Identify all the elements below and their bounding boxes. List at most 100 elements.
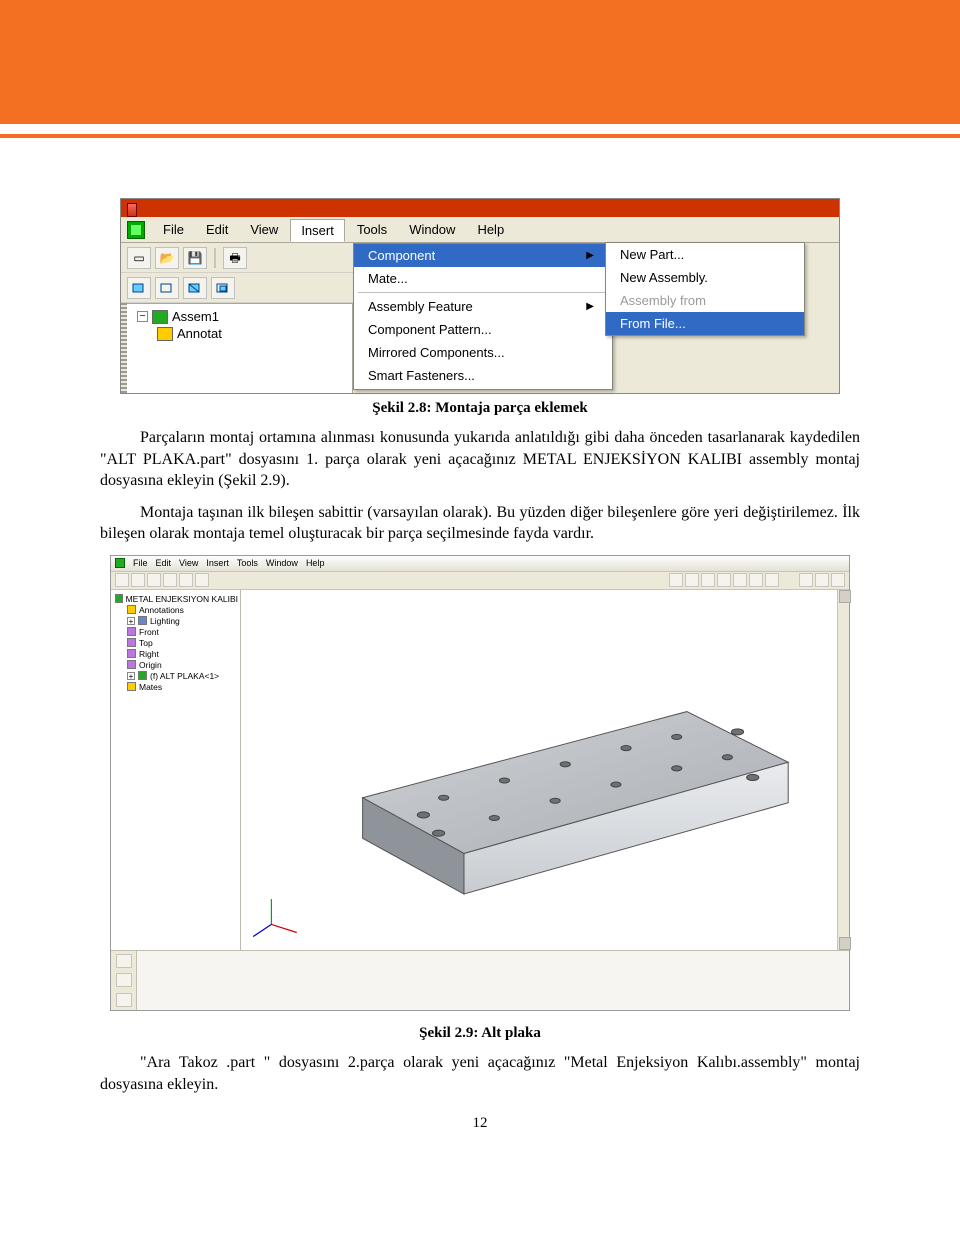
zoom-btn-7[interactable] [765,573,779,587]
app2-menu-tools[interactable]: Tools [237,558,258,568]
bottom-btn-3[interactable] [116,993,132,1007]
plate-3d-render [241,590,849,955]
figure-2-8-caption: Şekil 2.8: Montaja parça eklemek [100,400,860,417]
zoom-btn-6[interactable] [749,573,763,587]
view-btn-2[interactable] [131,573,145,587]
print-icon[interactable]: 🖶 [223,247,247,269]
chevron-right-icon: ▶ [586,301,594,312]
dd-component-label: Component [368,248,435,263]
app2-menu-file[interactable]: File [133,558,148,568]
tree-front[interactable]: Front [125,627,238,638]
dd-separator [358,292,608,293]
tree-collapse-icon[interactable]: − [137,311,148,322]
tree-annotations[interactable]: Annotations [125,605,238,616]
view-btn-6[interactable] [195,573,209,587]
view-cube-1-icon[interactable] [127,277,151,299]
tree-root[interactable]: METAL ENJEKSIYON KALIBI [113,594,238,605]
zoom-btn-5[interactable] [733,573,747,587]
zoom-btn-4[interactable] [717,573,731,587]
save-icon[interactable]: 💾 [183,247,207,269]
sub-from-file[interactable]: From File... [606,312,804,335]
tree-alt-plaka[interactable]: +(f) ALT PLAKA<1> [125,671,238,682]
cad-app-window: File Edit View Insert Tools Window Help … [120,198,840,394]
bottom-status-area [137,951,849,1010]
tree-root-label: Assem1 [172,309,219,324]
plane-icon [127,627,136,636]
window-close-icon[interactable] [831,573,845,587]
view-btn-3[interactable] [147,573,161,587]
menu-file[interactable]: File [153,219,194,240]
page-number: 12 [100,1115,860,1132]
view-cube-2-icon[interactable] [155,277,179,299]
app2-menu-insert[interactable]: Insert [206,558,229,568]
app-icon [127,221,145,239]
dd-mate[interactable]: Mate... [354,267,612,290]
menu-edit[interactable]: Edit [196,219,238,240]
tree-lighting[interactable]: +Lighting [125,616,238,627]
graphics-viewport[interactable] [241,590,849,950]
dd-mate-label: Mate... [368,271,408,286]
plane-icon [127,638,136,647]
menu-insert[interactable]: Insert [290,219,345,242]
app2-menubar[interactable]: File Edit View Insert Tools Window Help [111,556,849,572]
insert-dropdown[interactable]: Component ▶ Mate... Assembly Feature ▶ C… [353,243,613,390]
dd-assembly-feature[interactable]: Assembly Feature ▶ [354,295,612,318]
view-btn-1[interactable] [115,573,129,587]
tree-origin[interactable]: Origin [125,660,238,671]
view-cube-3-icon[interactable] [183,277,207,299]
tree-right[interactable]: Right [125,649,238,660]
menubar[interactable]: File Edit View Insert Tools Window Help [121,217,839,243]
dd-component[interactable]: Component ▶ [354,244,612,267]
page-content: File Edit View Insert Tools Window Help … [0,138,960,1162]
menu-help[interactable]: Help [467,219,514,240]
annotations-icon [157,327,173,341]
dd-smart-fasteners[interactable]: Smart Fasteners... [354,364,612,389]
app2-menu-help[interactable]: Help [306,558,325,568]
zoom-btn-3[interactable] [701,573,715,587]
bottom-btn-1[interactable] [116,954,132,968]
window-min-icon[interactable] [799,573,813,587]
origin-icon [127,660,136,669]
tree-top[interactable]: Top [125,638,238,649]
view-btn-5[interactable] [179,573,193,587]
expand-icon[interactable]: + [127,617,135,625]
expand-icon[interactable]: + [127,672,135,680]
dd-smart-fasteners-label: Smart Fasteners... [368,368,475,383]
component-submenu[interactable]: New Part... New Assembly. Assembly from … [605,242,805,336]
left-panel: ▭ 📂 💾 🖶 [121,243,353,393]
sub-new-assembly[interactable]: New Assembly. [606,266,804,289]
figure-2-9-app: File Edit View Insert Tools Window Help [110,555,850,1011]
zoom-btn-1[interactable] [669,573,683,587]
new-file-icon[interactable]: ▭ [127,247,151,269]
dd-mirrored-components[interactable]: Mirrored Components... [354,341,612,364]
view-cube-4-icon[interactable] [211,277,235,299]
viewport-scrollbar[interactable] [837,590,849,950]
app2-menu-edit[interactable]: Edit [156,558,172,568]
menu-window[interactable]: Window [399,219,465,240]
tree-mates[interactable]: Mates [125,682,238,693]
view-toolbar [121,273,353,303]
app2-feature-tree[interactable]: METAL ENJEKSIYON KALIBI Annotations +Lig… [111,590,241,950]
sub-new-part[interactable]: New Part... [606,243,804,266]
app2-toolbar-left [115,573,209,587]
feature-tree[interactable]: − Assem1 Annotat [127,303,353,393]
tree-child-row[interactable]: Annotat [131,325,348,342]
app2-toolbar [111,572,849,590]
window-max-icon[interactable] [815,573,829,587]
open-file-icon[interactable]: 📂 [155,247,179,269]
dd-mirrored-components-label: Mirrored Components... [368,345,505,360]
app2-menu-window[interactable]: Window [266,558,298,568]
menu-view[interactable]: View [240,219,288,240]
bottom-btn-2[interactable] [116,973,132,987]
part-icon [138,671,147,680]
view-btn-4[interactable] [163,573,177,587]
dd-component-pattern[interactable]: Component Pattern... [354,318,612,341]
app2-body: METAL ENJEKSIYON KALIBI Annotations +Lig… [111,590,849,950]
menu-tools[interactable]: Tools [347,219,397,240]
app-icon [115,558,125,568]
plane-icon [127,649,136,658]
assembly-icon [152,310,168,324]
tree-root-row[interactable]: − Assem1 [131,308,348,325]
app2-menu-view[interactable]: View [179,558,198,568]
zoom-btn-2[interactable] [685,573,699,587]
